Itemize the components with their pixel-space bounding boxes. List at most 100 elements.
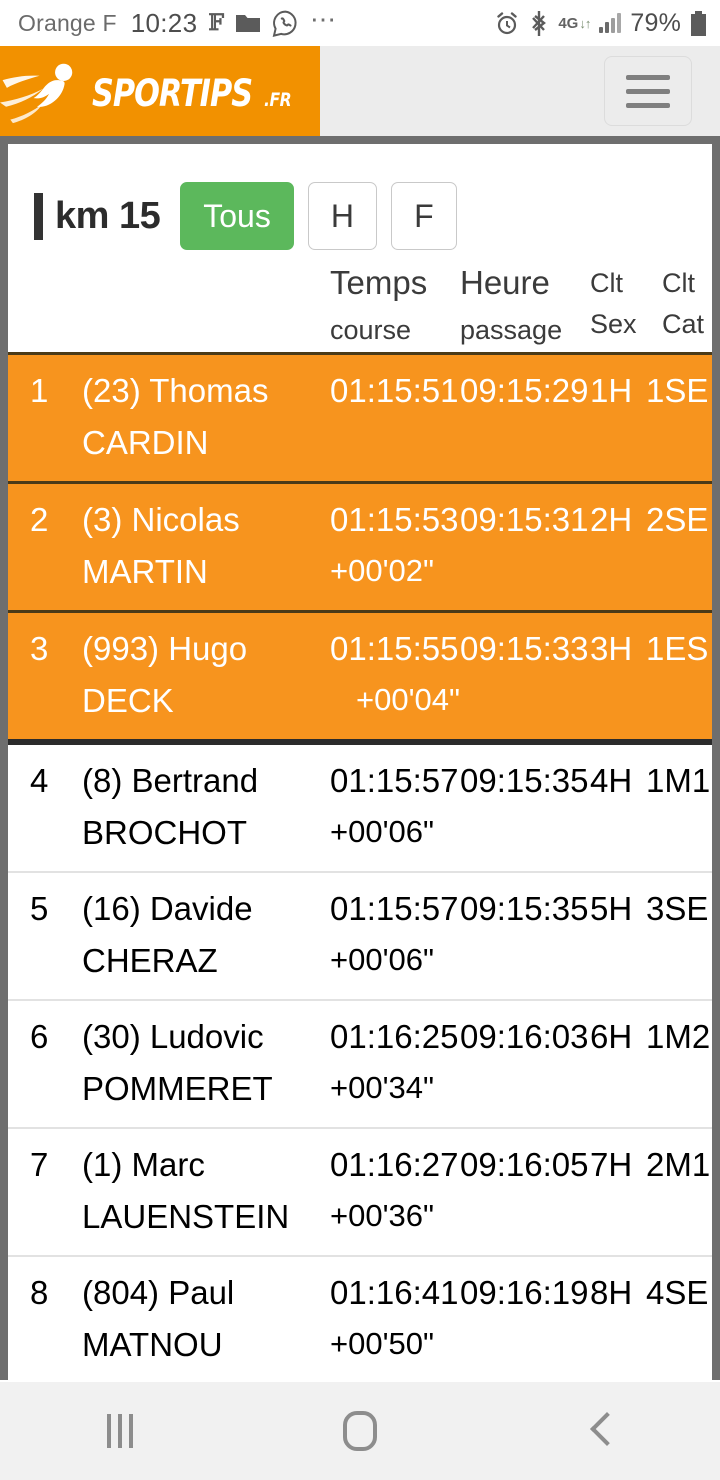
table-row[interactable]: 6 (30) Ludovic POMMERET 01:16:25 +00'34"… [8,1001,712,1129]
cell-race-time: 01:16:41 +00'50" [330,1267,460,1369]
cell-gap: +00'02" [330,553,434,588]
table-row[interactable]: 5 (16) Davide CHERAZ 01:15:57 +00'06" 09… [8,873,712,1001]
whatsapp-icon [272,10,299,37]
cell-pass-hour: 09:16:05 [460,1146,589,1183]
filter-h-button[interactable]: H [307,182,377,250]
column-header-race-time: Temps course [330,264,428,345]
results-table: Temps course Heure passage Clt Sex Clt C… [8,258,712,1380]
column-header-clt-sex: Clt Sex [590,268,637,339]
title-row: km 15 Tous H F [8,144,712,250]
column-header-pass-hour: Heure passage [460,264,563,345]
newspaper-icon: 𝔽 [208,10,224,36]
cell-race-time: 01:16:27 +00'36" [330,1139,460,1241]
cell-rank: 7 [30,1146,49,1183]
table-header-row: Temps course Heure passage Clt Sex Clt C… [8,258,712,352]
cell-rank: 5 [30,890,49,927]
cell-name: (3) Nicolas MARTIN [82,501,240,590]
table-row[interactable]: 2 (3) Nicolas MARTIN 01:15:53 +00'02" 09… [8,481,712,610]
home-button[interactable] [240,1382,480,1480]
recents-button[interactable] [0,1382,240,1480]
cell-name: (1) Marc LAUENSTEIN [82,1146,290,1235]
running-figure-icon [0,63,73,124]
cell-name: (16) Davide CHERAZ [82,890,253,979]
cell-clt-cat: 1M1 [646,762,711,799]
4g-data-icon: 4G ↓↑ [558,14,591,32]
battery-percent-label: 79% [630,8,681,37]
cell-clt-cat: 1M2 [646,1018,711,1055]
page-title: km 15 [55,194,161,237]
cell-clt-sex: 7H [590,1146,633,1183]
table-row[interactable]: 7 (1) Marc LAUENSTEIN 01:16:27 +00'36" 0… [8,1129,712,1257]
cell-name: (804) Paul MATNOU [82,1274,235,1363]
brand-logo[interactable]: SPORTIPS .FR [0,46,320,136]
cell-clt-sex: 8H [590,1274,633,1311]
cell-name: (30) Ludovic POMMERET [82,1018,273,1107]
cell-clt-cat: 1SE [646,372,709,409]
hamburger-bar [626,88,670,94]
table-row[interactable]: 4 (8) Bertrand BROCHOT 01:15:57 +00'06" … [8,745,712,873]
status-bar-right: 4G ↓↑ 79% [494,9,706,38]
cell-clt-cat: 3SE [646,890,709,927]
home-icon [343,1411,377,1451]
bluetooth-icon [529,10,549,37]
cell-pass-hour: 09:15:35 [460,890,589,927]
status-bar-left: Orange F 10:23 𝔽 ⋯ [18,3,494,39]
header-spacer [320,46,604,136]
back-button[interactable] [480,1382,720,1480]
cell-gap: +00'50" [330,1326,434,1361]
phone-screen: Orange F 10:23 𝔽 ⋯ 4G ↓↑ 79% SPORTIPS .F… [0,0,720,1480]
site-header: SPORTIPS .FR [0,46,720,136]
cell-clt-cat: 1ES [646,630,709,667]
cell-clt-sex: 3H [590,630,633,667]
brand-wordmark: SPORTIPS .FR [92,75,320,112]
cell-race-time: 01:15:57 +00'06" [330,883,460,985]
android-nav-bar [0,1382,720,1480]
cell-clt-cat: 2SE [646,501,709,538]
cell-gap: +00'36" [330,1198,434,1233]
signal-bars-icon [599,13,622,33]
cell-rank: 2 [30,501,49,538]
overflow-dots-icon: ⋯ [309,3,338,34]
cell-race-time: 01:15:57 +00'06" [330,755,460,857]
table-row[interactable]: 3 (993) Hugo DECK 01:15:55 +00'04" 09:15… [8,610,712,739]
battery-icon [691,10,706,36]
hamburger-bar [626,74,670,80]
cell-clt-cat: 2M1 [646,1146,711,1183]
title-accent-bar [34,192,43,240]
cell-rank: 6 [30,1018,49,1055]
hamburger-menu-button[interactable] [604,56,692,126]
cell-clt-sex: 4H [590,762,633,799]
cell-rank: 1 [30,372,49,409]
gender-filter-group: Tous H F [180,182,457,250]
filter-tous-button[interactable]: Tous [180,182,294,250]
status-clock: 10:23 [130,7,198,38]
cell-clt-sex: 1H [590,372,633,409]
cell-rank: 8 [30,1274,49,1311]
cell-rank: 4 [30,762,49,799]
filter-f-button[interactable]: F [390,182,457,250]
cell-clt-sex: 2H [590,501,633,538]
results-page: km 15 Tous H F Temps course Heure passag… [8,144,712,1380]
recents-icon [107,1414,133,1448]
cell-gap: +00'04" [356,682,460,717]
cell-race-time: 01:15:55 +00'04" [330,623,460,725]
cell-name: (993) Hugo DECK [82,630,248,719]
cell-race-time: 01:15:51 [330,372,459,409]
table-row[interactable]: 8 (804) Paul MATNOU 01:16:41 +00'50" 09:… [8,1257,712,1380]
cell-gap: +00'06" [330,814,434,849]
cell-clt-cat: 4SE [646,1274,709,1311]
cell-name: (23) Thomas CARDIN [82,372,269,461]
carrier-label: Orange F [18,9,117,36]
table-row[interactable]: 1 (23) Thomas CARDIN 01:15:51 09:15:29 1… [8,355,712,481]
cell-pass-hour: 09:15:29 [460,372,589,409]
cell-race-time: 01:16:25 +00'34" [330,1011,460,1113]
cell-pass-hour: 09:15:31 [460,501,589,538]
back-icon [587,1411,613,1451]
cell-clt-sex: 5H [590,890,633,927]
cell-pass-hour: 09:15:33 [460,630,589,667]
cell-pass-hour: 09:16:19 [460,1274,589,1311]
cell-pass-hour: 09:15:35 [460,762,589,799]
status-bar: Orange F 10:23 𝔽 ⋯ 4G ↓↑ 79% [0,0,720,46]
cell-pass-hour: 09:16:03 [460,1018,589,1055]
brand-name: SPORTIPS [91,71,253,115]
